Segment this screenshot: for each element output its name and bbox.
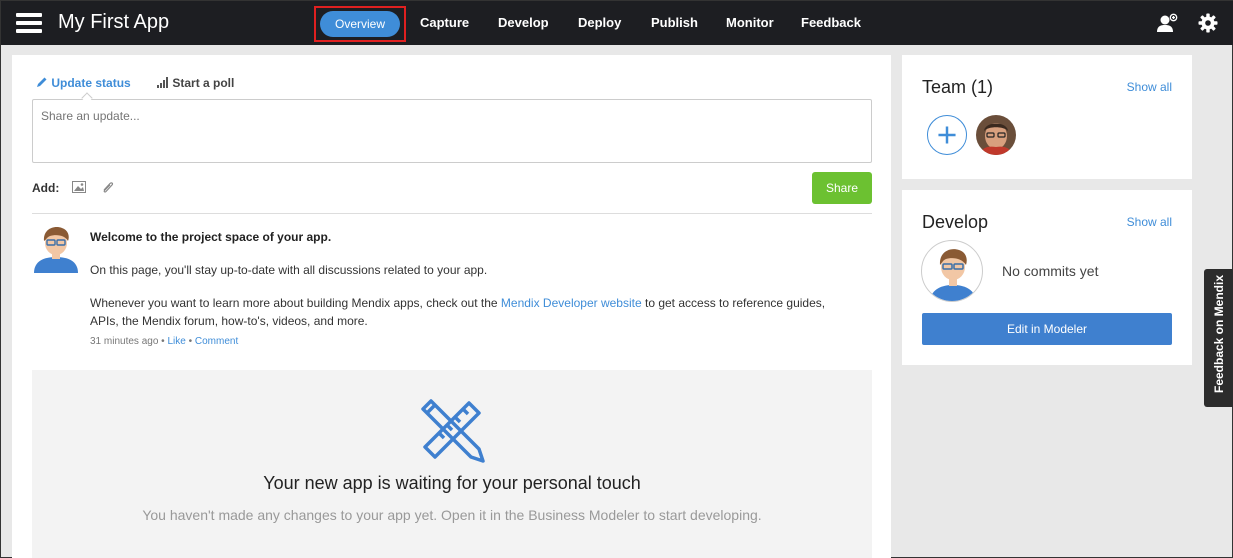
meta-separator: • bbox=[185, 336, 195, 347]
gear-icon[interactable] bbox=[1197, 12, 1219, 34]
post-line-3: APIs, the Mendix forum, how-to's, videos… bbox=[90, 314, 368, 328]
add-label: Add: bbox=[32, 181, 60, 195]
pencil-icon bbox=[37, 77, 47, 87]
comment-link[interactable]: Comment bbox=[195, 336, 238, 347]
feedback-side-tab[interactable]: Feedback on Mendix bbox=[1204, 269, 1233, 407]
pencil-ruler-icon bbox=[421, 399, 485, 463]
team-show-all-link[interactable]: Show all bbox=[1127, 80, 1172, 94]
post-line-2: Whenever you want to learn more about bu… bbox=[90, 294, 870, 312]
add-member-icon[interactable] bbox=[927, 115, 967, 155]
nav-item-develop[interactable]: Develop bbox=[498, 15, 549, 30]
post-title: Welcome to the project space of your app… bbox=[90, 230, 332, 244]
nav-item-capture[interactable]: Capture bbox=[420, 15, 469, 30]
top-bar: My First App Overview Capture Develop De… bbox=[1, 1, 1233, 45]
nav-item-deploy[interactable]: Deploy bbox=[578, 15, 621, 30]
developer-avatar-icon bbox=[930, 249, 976, 301]
add-user-icon[interactable] bbox=[1156, 12, 1178, 34]
develop-title: Develop bbox=[922, 212, 989, 232]
edit-in-modeler-button[interactable]: Edit in Modeler bbox=[922, 313, 1172, 345]
tab-start-poll[interactable]: Start a poll bbox=[157, 76, 234, 90]
tab-update-status-label: Update status bbox=[51, 76, 131, 90]
nav-item-monitor[interactable]: Monitor bbox=[726, 15, 774, 30]
team-title: Team (1) bbox=[922, 77, 994, 97]
divider bbox=[32, 213, 872, 214]
post-line-2-start: Whenever you want to learn more about bu… bbox=[90, 296, 501, 310]
team-card: Team (1) Show all bbox=[902, 55, 1192, 179]
developer-avatar bbox=[921, 240, 983, 302]
developer-avatar-icon bbox=[34, 227, 78, 273]
bar-chart-icon bbox=[157, 77, 168, 88]
post-line-2-end: to get access to reference guides, bbox=[641, 296, 826, 310]
empty-state-title: Your new app is waiting for your persona… bbox=[263, 473, 641, 493]
like-link[interactable]: Like bbox=[167, 336, 185, 347]
post-meta: 31 minutes ago • Like • Comment bbox=[90, 336, 238, 347]
develop-card: Develop Show all No commits yet Edit in … bbox=[902, 190, 1192, 365]
post-line-1: On this page, you'll stay up-to-date wit… bbox=[90, 263, 488, 277]
avatar[interactable] bbox=[976, 115, 1016, 155]
activity-card: Update status Start a poll Add: Share We… bbox=[12, 55, 891, 558]
mendix-developer-link[interactable]: Mendix Developer website bbox=[501, 296, 642, 310]
nav-item-overview[interactable]: Overview bbox=[320, 11, 400, 37]
app-title: My First App bbox=[58, 11, 170, 33]
post-timestamp: 31 minutes ago bbox=[90, 336, 159, 347]
nav-item-publish[interactable]: Publish bbox=[651, 15, 698, 30]
empty-state-subtitle: You haven't made any changes to your app… bbox=[142, 507, 762, 523]
share-button[interactable]: Share bbox=[812, 172, 872, 204]
paperclip-icon[interactable] bbox=[101, 181, 115, 193]
image-icon[interactable] bbox=[72, 181, 86, 193]
nav-item-feedback[interactable]: Feedback bbox=[801, 15, 861, 30]
highlight-box: Overview bbox=[314, 6, 406, 42]
develop-show-all-link[interactable]: Show all bbox=[1127, 215, 1172, 229]
empty-state: Your new app is waiting for your persona… bbox=[32, 370, 872, 558]
share-update-input[interactable] bbox=[32, 99, 872, 163]
tab-update-status[interactable]: Update status bbox=[36, 76, 131, 90]
menu-icon[interactable] bbox=[16, 13, 42, 33]
tab-start-poll-label: Start a poll bbox=[172, 76, 235, 90]
no-commits-text: No commits yet bbox=[1002, 263, 1099, 279]
feedback-side-tab-label: Feedback on Mendix bbox=[1212, 274, 1226, 394]
